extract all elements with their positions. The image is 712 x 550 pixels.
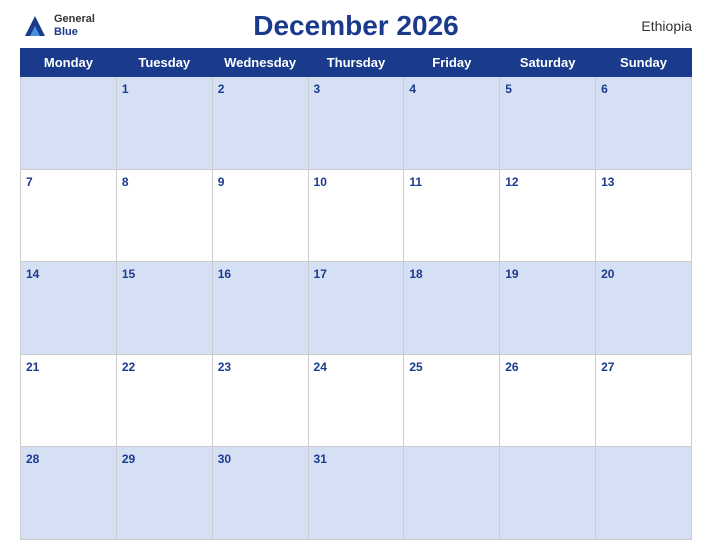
day-number: 16 (218, 267, 231, 281)
week-row-2: 7 8 9 10 11 12 13 (21, 169, 692, 262)
calendar-cell: 3 (308, 77, 404, 170)
week-row-5: 28 29 30 31 (21, 447, 692, 540)
day-number: 28 (26, 452, 39, 466)
day-header-monday: Monday (21, 49, 117, 77)
calendar-cell: 31 (308, 447, 404, 540)
day-number: 25 (409, 360, 422, 374)
calendar-cell: 28 (21, 447, 117, 540)
day-number: 6 (601, 82, 608, 96)
day-number: 15 (122, 267, 135, 281)
calendar-header: General Blue December 2026 Ethiopia (20, 10, 692, 42)
calendar-table: MondayTuesdayWednesdayThursdayFridaySatu… (20, 48, 692, 540)
day-header-wednesday: Wednesday (212, 49, 308, 77)
day-number: 2 (218, 82, 225, 96)
calendar-cell: 24 (308, 354, 404, 447)
calendar-cell: 25 (404, 354, 500, 447)
day-number: 3 (314, 82, 321, 96)
day-number: 26 (505, 360, 518, 374)
day-number: 14 (26, 267, 39, 281)
calendar-cell: 8 (116, 169, 212, 262)
day-number: 27 (601, 360, 614, 374)
day-number: 20 (601, 267, 614, 281)
calendar-cell: 18 (404, 262, 500, 355)
calendar-cell: 15 (116, 262, 212, 355)
calendar-cell: 19 (500, 262, 596, 355)
calendar-cell (404, 447, 500, 540)
week-row-1: 1 2 3 4 5 6 (21, 77, 692, 170)
calendar-cell: 2 (212, 77, 308, 170)
calendar-cell (500, 447, 596, 540)
calendar-cell: 9 (212, 169, 308, 262)
week-row-3: 14 15 16 17 18 19 20 (21, 262, 692, 355)
calendar-cell: 21 (21, 354, 117, 447)
day-number: 10 (314, 175, 327, 189)
day-number: 7 (26, 175, 33, 189)
calendar-cell: 17 (308, 262, 404, 355)
calendar-cell: 27 (596, 354, 692, 447)
calendar-cell: 1 (116, 77, 212, 170)
day-number: 30 (218, 452, 231, 466)
calendar-cell: 22 (116, 354, 212, 447)
calendar-cell: 16 (212, 262, 308, 355)
day-number: 29 (122, 452, 135, 466)
day-number: 18 (409, 267, 422, 281)
calendar-cell: 14 (21, 262, 117, 355)
day-header-friday: Friday (404, 49, 500, 77)
calendar-cell: 11 (404, 169, 500, 262)
day-header-sunday: Sunday (596, 49, 692, 77)
calendar-cell: 5 (500, 77, 596, 170)
calendar-cell: 23 (212, 354, 308, 447)
country-label: Ethiopia (641, 18, 692, 34)
logo-blue-text: Blue (54, 26, 95, 39)
day-number: 31 (314, 452, 327, 466)
calendar-cell (596, 447, 692, 540)
week-row-4: 21 22 23 24 25 26 27 (21, 354, 692, 447)
day-number: 12 (505, 175, 518, 189)
day-number: 11 (409, 175, 422, 189)
month-title: December 2026 (253, 10, 458, 42)
day-number: 1 (122, 82, 129, 96)
calendar-cell: 13 (596, 169, 692, 262)
logo: General Blue (20, 11, 95, 41)
calendar-cell: 10 (308, 169, 404, 262)
logo-icon (20, 11, 50, 41)
day-number: 4 (409, 82, 416, 96)
calendar-cell: 4 (404, 77, 500, 170)
day-number: 24 (314, 360, 327, 374)
calendar-cell: 26 (500, 354, 596, 447)
day-number: 19 (505, 267, 518, 281)
logo-general-text: General (54, 13, 95, 26)
day-header-saturday: Saturday (500, 49, 596, 77)
logo-text: General Blue (54, 13, 95, 39)
day-header-thursday: Thursday (308, 49, 404, 77)
calendar-cell: 7 (21, 169, 117, 262)
calendar-cell: 29 (116, 447, 212, 540)
calendar-cell: 6 (596, 77, 692, 170)
day-number: 21 (26, 360, 39, 374)
day-number: 5 (505, 82, 512, 96)
day-number: 23 (218, 360, 231, 374)
day-number: 22 (122, 360, 135, 374)
calendar-cell (21, 77, 117, 170)
calendar-cell: 20 (596, 262, 692, 355)
day-number: 8 (122, 175, 129, 189)
calendar-cell: 30 (212, 447, 308, 540)
days-header-row: MondayTuesdayWednesdayThursdayFridaySatu… (21, 49, 692, 77)
day-number: 17 (314, 267, 327, 281)
day-number: 9 (218, 175, 225, 189)
day-number: 13 (601, 175, 614, 189)
calendar-cell: 12 (500, 169, 596, 262)
day-header-tuesday: Tuesday (116, 49, 212, 77)
